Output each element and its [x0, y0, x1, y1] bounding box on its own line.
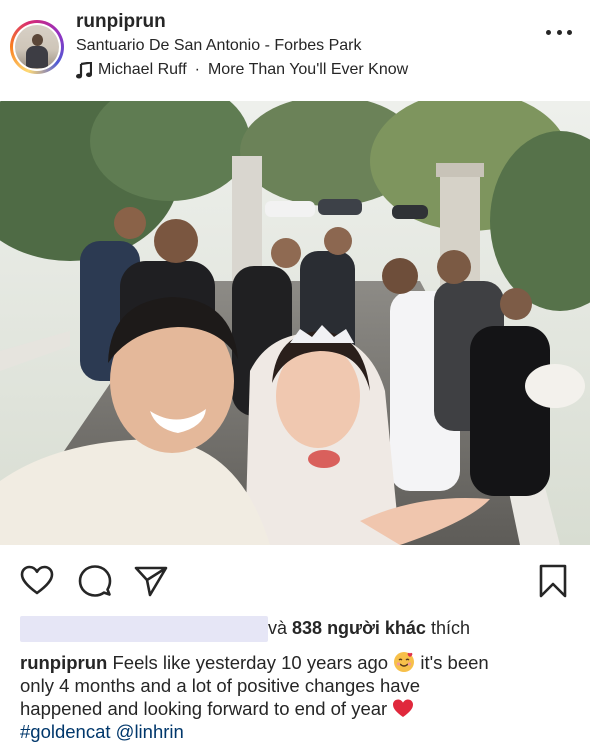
- bookmark-icon[interactable]: [536, 564, 570, 598]
- caption-line-4: #goldencat @linhrin: [20, 720, 580, 743]
- mention-link[interactable]: @linhrin: [116, 721, 184, 742]
- post-photo[interactable]: [0, 101, 590, 545]
- music-note-icon: [76, 61, 92, 78]
- caption-text-1b: it's been: [420, 652, 489, 673]
- post-header: runpiprun Santuario De San Antonio - For…: [0, 0, 590, 100]
- music-artist: Michael Ruff: [98, 61, 187, 78]
- paper-plane-icon[interactable]: [134, 564, 168, 598]
- likes-row[interactable]: và 838 người khác thích: [20, 616, 580, 644]
- likes-text[interactable]: và 838 người khác thích: [268, 618, 470, 639]
- red-heart-icon: [393, 699, 414, 717]
- redacted-name: [20, 616, 268, 642]
- caption-line-3: happened and looking forward to end of y…: [20, 697, 580, 720]
- location-link[interactable]: Santuario De San Antonio - Forbes Park: [76, 37, 362, 55]
- caption-username[interactable]: runpiprun: [20, 652, 107, 673]
- more-dots-icon[interactable]: [546, 28, 572, 36]
- story-ring[interactable]: [10, 20, 64, 74]
- photo-illustration: [0, 101, 590, 545]
- music-title: More Than You'll Ever Know: [207, 61, 409, 78]
- likes-prefix: và: [268, 618, 288, 638]
- post-actions: [0, 560, 590, 600]
- music-separator: ·: [194, 61, 200, 78]
- smiling-face-with-hearts-icon: [394, 652, 415, 672]
- heart-outline-icon[interactable]: [20, 564, 54, 598]
- hashtag-link[interactable]: #goldencat: [20, 721, 111, 742]
- caption-line-1: runpiprun Feels like yesterday 10 years …: [20, 651, 580, 674]
- caption-text-1: Feels like yesterday 10 years ago: [112, 652, 389, 673]
- caption-line-2: only 4 months and a lot of positive chan…: [20, 675, 421, 696]
- caption-text-3: happened and looking forward to end of y…: [20, 698, 388, 719]
- comment-bubble-icon[interactable]: [78, 564, 112, 598]
- music-link[interactable]: Michael Ruff · More Than You'll Ever Kno…: [76, 61, 408, 79]
- likes-count[interactable]: 838 người khác: [292, 618, 426, 638]
- avatar[interactable]: [13, 23, 61, 71]
- username[interactable]: runpiprun: [76, 11, 166, 33]
- likes-suffix: thích: [430, 618, 470, 638]
- avatar-image: [15, 25, 59, 69]
- post-caption: runpiprun Feels like yesterday 10 years …: [20, 651, 580, 743]
